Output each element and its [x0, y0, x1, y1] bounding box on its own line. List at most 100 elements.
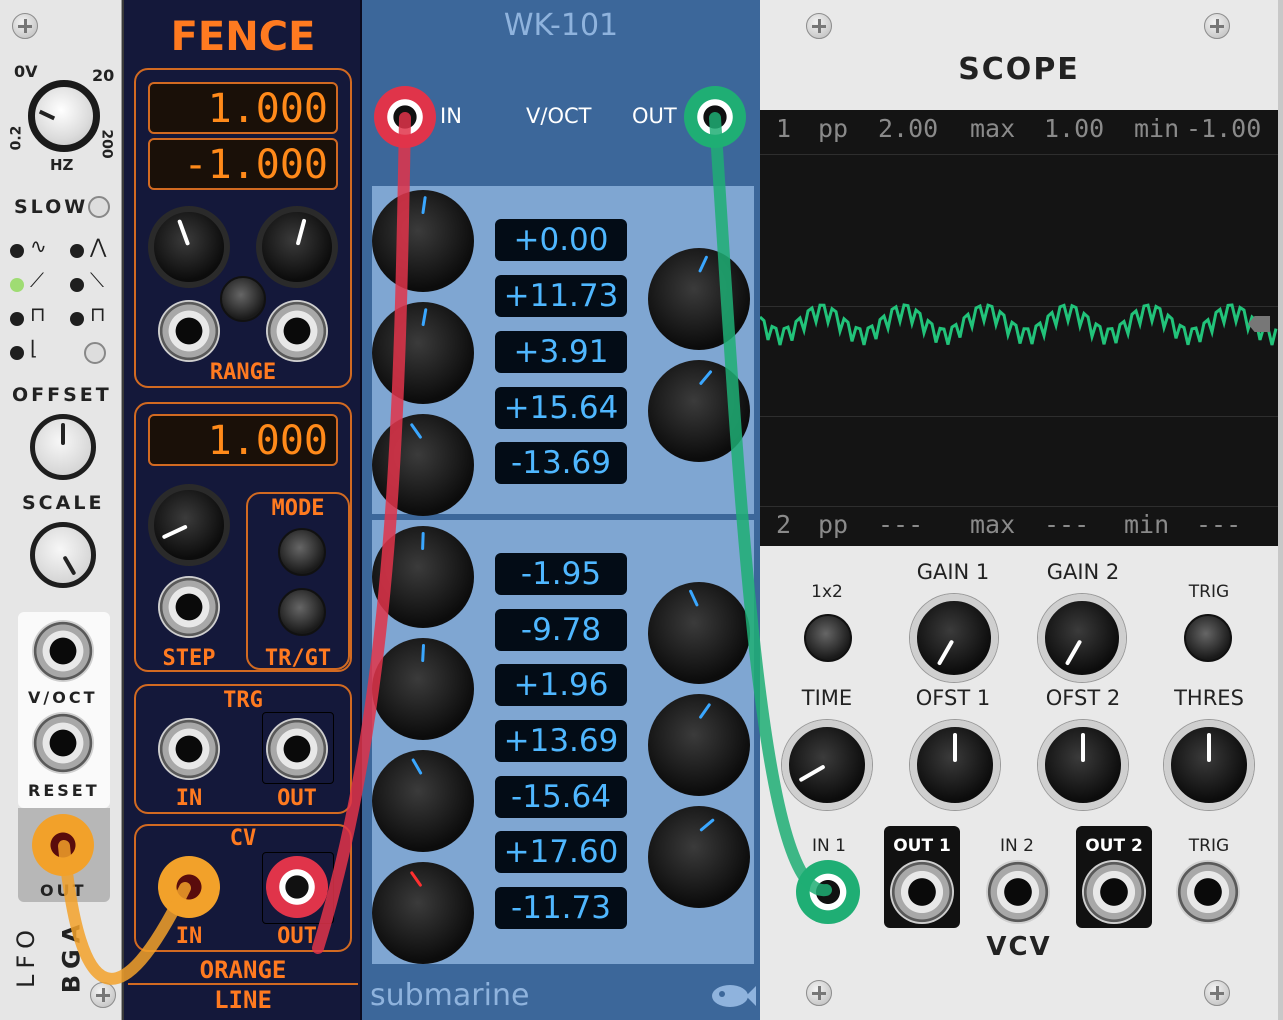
trg-out-jack[interactable] — [266, 718, 328, 780]
offset-knob[interactable] — [30, 414, 96, 480]
cv-out-jack[interactable] — [266, 856, 328, 918]
trig-jack-label: TRIG — [1188, 836, 1230, 856]
x2-button[interactable] — [804, 614, 852, 662]
ofst1-knob[interactable] — [910, 720, 1000, 810]
trgt-button[interactable] — [278, 588, 326, 636]
wk-brand: submarine — [370, 978, 530, 1013]
lfo-out-jack[interactable] — [32, 814, 94, 876]
saw-led-active — [10, 278, 24, 292]
tune-knob-11[interactable] — [648, 694, 750, 796]
triangle-wave-icon: ⋀ — [90, 234, 107, 258]
lfo-brand: BGA — [57, 918, 86, 994]
pulse-wave-icon: ⊓ — [90, 302, 106, 326]
saw-up-wave-icon: ⟋ — [30, 268, 44, 292]
screw-icon — [806, 13, 832, 39]
gain2-knob[interactable] — [1038, 594, 1126, 682]
step-knob[interactable] — [148, 484, 230, 566]
tune-knob-5[interactable] — [372, 638, 474, 740]
wk101-module: WK-101 IN V/OCT OUT +0.00 +11.73 +3.91 +… — [362, 0, 760, 1020]
trg-in-jack[interactable] — [158, 718, 220, 780]
tune-knob-1[interactable] — [372, 190, 474, 292]
step-jack[interactable] — [158, 576, 220, 638]
step-label: STEP — [162, 646, 216, 671]
in1-jack[interactable] — [796, 860, 860, 924]
out1-jack[interactable] — [890, 860, 954, 924]
tune-value-12: -11.73 — [495, 887, 627, 929]
wk-in-jack[interactable] — [374, 86, 436, 148]
wk-title: WK-101 — [503, 8, 619, 43]
knob-indicator — [421, 196, 427, 215]
tune-knob-3[interactable] — [372, 414, 474, 516]
tune-value-8: +1.96 — [495, 664, 627, 706]
knob-indicator — [62, 555, 77, 577]
trg-label: TRG — [223, 688, 263, 713]
screw-icon — [1204, 13, 1230, 39]
mode-button[interactable] — [278, 528, 326, 576]
saw-down-led — [70, 278, 84, 292]
tune-knob-8[interactable] — [648, 248, 750, 350]
voct-jack[interactable] — [32, 620, 94, 682]
reset-jack[interactable] — [32, 712, 94, 774]
range-low-display: -1.000 — [148, 138, 338, 190]
wk-in-label: IN — [440, 104, 462, 128]
time-knob[interactable] — [782, 720, 872, 810]
square-led — [10, 312, 24, 326]
out2-jack[interactable] — [1082, 860, 1146, 924]
gain2-label: GAIN 2 — [1046, 560, 1120, 584]
range-out-jack[interactable] — [266, 300, 328, 362]
ch1-max: 1.00 — [1044, 114, 1105, 143]
triangle-led — [70, 244, 84, 258]
knob-indicator — [409, 870, 423, 888]
rack: 0V 20 0.2 200 HZ SLOW ∿ ⋀ ⟋ ⟍ ⊓ ⊓ ⌊ OFFS… — [0, 0, 1283, 1020]
tune-knob-12[interactable] — [648, 806, 750, 908]
scale-knob[interactable] — [30, 522, 96, 588]
x2-label: 1x2 — [811, 582, 843, 602]
ch1-number: 1 — [776, 114, 792, 143]
cv-in-jack[interactable] — [158, 856, 220, 918]
range-in-jack[interactable] — [158, 300, 220, 362]
scope-module: SCOPE 1 pp 2.00 max 1.00 min -1.00 2 pp … — [760, 0, 1278, 1020]
gain1-knob[interactable] — [910, 594, 998, 682]
knob-indicator — [688, 589, 700, 608]
gridline — [760, 506, 1278, 507]
knob-indicator — [421, 308, 428, 327]
frequency-knob[interactable] — [28, 80, 100, 152]
vcv-logo: VCV — [986, 932, 1052, 962]
range-high-knob[interactable] — [148, 206, 230, 288]
tune-knob-2[interactable] — [372, 302, 474, 404]
thres-knob[interactable] — [1164, 720, 1254, 810]
cv-label: CV — [229, 826, 257, 851]
ch2-number: 2 — [776, 510, 792, 539]
trgt-label: TR/GT — [264, 646, 332, 671]
range-link-button[interactable] — [220, 276, 266, 322]
wave-select-button[interactable] — [84, 342, 106, 364]
gridline — [760, 416, 1278, 417]
knob-indicator — [1207, 733, 1211, 762]
ch2-min-label: min — [1124, 510, 1170, 539]
tune-value-2: +11.73 — [495, 275, 627, 317]
tune-value-3: +3.91 — [495, 331, 627, 373]
tune-knob-6[interactable] — [372, 750, 474, 852]
saw-down-wave-icon: ⟍ — [90, 268, 104, 292]
range-low-knob[interactable] — [256, 206, 338, 288]
wk-out-jack[interactable] — [684, 86, 746, 148]
ch1-min-label: min — [1134, 114, 1180, 143]
knob-indicator — [698, 702, 712, 720]
tune-knob-9[interactable] — [648, 360, 750, 462]
tune-knob-4[interactable] — [372, 526, 474, 628]
in2-jack[interactable] — [986, 860, 1050, 924]
scale-label: SCALE — [22, 492, 105, 514]
tune-knob-10[interactable] — [648, 582, 750, 684]
trig-jack[interactable] — [1176, 860, 1240, 924]
trig-button[interactable] — [1184, 614, 1232, 662]
tune-knob-7[interactable] — [372, 862, 474, 964]
square-wave-icon: ⊓ — [30, 302, 46, 326]
ofst2-knob[interactable] — [1038, 720, 1128, 810]
lfo-module: 0V 20 0.2 200 HZ SLOW ∿ ⋀ ⟋ ⟍ ⊓ ⊓ ⌊ OFFS… — [0, 0, 122, 1020]
range-label: RANGE — [209, 360, 277, 385]
slow-toggle[interactable] — [88, 196, 110, 218]
ofst2-label: OFST 2 — [1045, 686, 1121, 710]
knob-indicator — [936, 639, 955, 666]
knob-indicator — [61, 423, 65, 445]
scope-display: 1 pp 2.00 max 1.00 min -1.00 2 pp --- ma… — [760, 110, 1278, 546]
